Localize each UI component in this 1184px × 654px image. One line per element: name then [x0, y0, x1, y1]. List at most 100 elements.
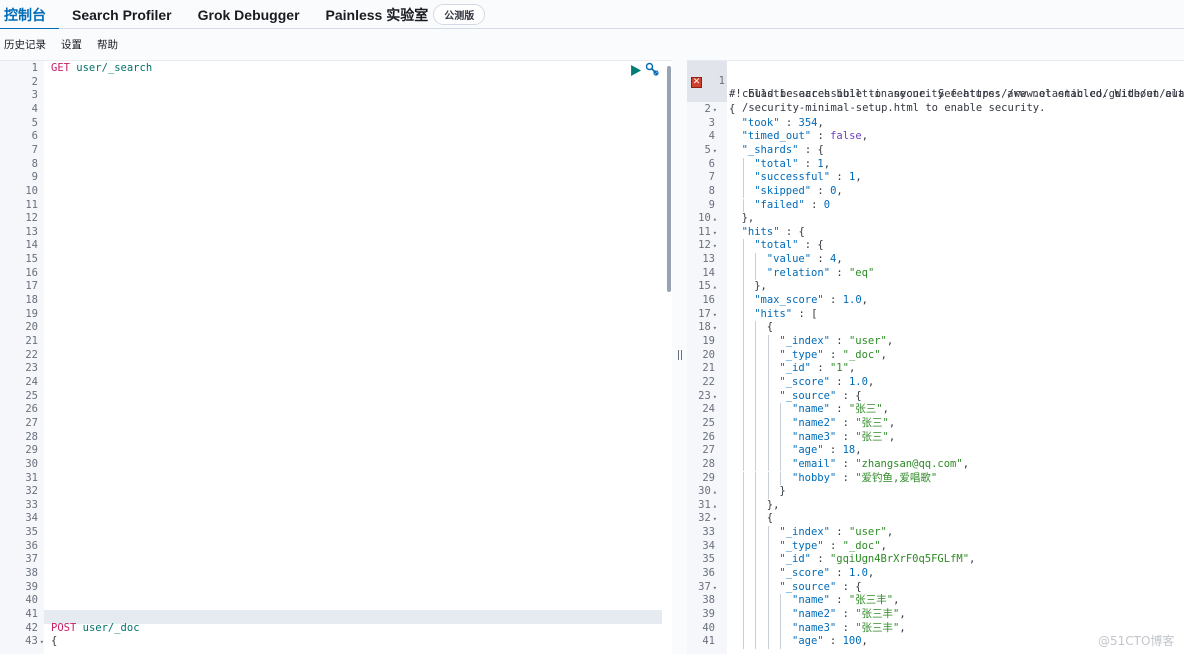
indent-guide — [755, 335, 757, 349]
line-number: 12 — [25, 212, 38, 225]
fold-down-icon[interactable]: ▾ — [713, 229, 717, 237]
code-text: "name3" : "张三丰", — [792, 621, 906, 634]
code-text: "total" : 1, — [754, 157, 831, 170]
indent-guide — [755, 403, 757, 417]
fold-down-icon[interactable]: ▾ — [713, 324, 717, 332]
line-number: 30 ▴ — [698, 485, 717, 498]
code-text: "value" : 4, — [766, 253, 843, 266]
fold-up-icon[interactable]: ▴ — [713, 283, 717, 291]
indent-guide — [767, 553, 769, 568]
code-text: "_source" : { — [779, 389, 862, 402]
line-number: 31 — [25, 471, 38, 484]
warning-line-cont: /security-minimal-setup.html to enable s… — [742, 101, 1046, 114]
fold-down-icon[interactable]: ▾ — [713, 584, 717, 592]
line-number: 18 ▾ — [698, 321, 717, 334]
code-text: { — [51, 635, 58, 648]
resize-handle-icon[interactable] — [678, 350, 682, 360]
code-text: "successful" : 1, — [754, 171, 862, 184]
settings-link[interactable]: 设置 — [61, 37, 82, 52]
top-nav: 控制台 Search Profiler Grok Debugger Painle… — [0, 0, 1184, 30]
fold-up-icon[interactable]: ▴ — [713, 488, 717, 496]
code-text: "email" : "zhangsan@qq.com", — [792, 457, 970, 470]
fold-down-icon[interactable]: ▾ — [713, 515, 717, 523]
tab-search-profiler[interactable]: Search Profiler — [59, 0, 185, 29]
line-number: 7 — [31, 143, 38, 156]
code-text: "_shards" : { — [741, 143, 824, 156]
indent-guide — [742, 594, 744, 608]
code-text: }, — [766, 498, 780, 511]
line-number: 15 — [25, 253, 38, 266]
indent-guide — [742, 471, 744, 486]
line-number: 31 ▴ — [698, 498, 717, 511]
history-link[interactable]: 历史记录 — [4, 37, 46, 52]
indent-guide — [755, 430, 757, 445]
line-number: 9 — [708, 198, 715, 211]
warning-line-cont: could be accessible to anyone. See https… — [742, 88, 1184, 101]
fold-down-icon[interactable]: ▾ — [713, 106, 717, 114]
fold-down-icon[interactable]: ▾ — [713, 147, 717, 155]
indent-guide — [767, 471, 769, 486]
line-number: 14 — [702, 266, 715, 279]
indent-guide — [780, 594, 782, 608]
indent-guide — [742, 321, 744, 335]
line-number: 23 — [25, 362, 38, 375]
code-text: "age" : 100, — [792, 635, 868, 648]
fold-down-icon[interactable]: ▾ — [713, 311, 717, 319]
indent-guide — [755, 567, 757, 581]
code-text: "hits" : [ — [754, 307, 818, 320]
line-number: 30 — [25, 457, 38, 470]
code-text: "_score" : 1.0, — [779, 375, 875, 388]
indent-guide — [755, 635, 757, 649]
line-number: 41 — [25, 608, 38, 620]
indent-guide — [742, 580, 744, 595]
wrench-icon[interactable] — [645, 62, 659, 81]
line-number: 28 — [25, 430, 38, 443]
fold-down-icon[interactable]: ▾ — [713, 242, 717, 250]
indent-guide — [755, 471, 757, 486]
code-text: "max_score" : 1.0, — [754, 294, 868, 307]
line-number: 34 — [702, 539, 715, 552]
indent-guide — [742, 457, 744, 472]
line-number: 9 — [31, 171, 38, 184]
indent-guide — [755, 321, 757, 335]
tab-painless-lab[interactable]: Painless 实验室 — [313, 0, 442, 29]
code-text: "_id" : "1", — [779, 362, 856, 375]
line-number: 37 — [25, 553, 38, 566]
indent-guide — [742, 375, 744, 390]
fold-up-icon[interactable]: ▴ — [713, 215, 717, 223]
indent-guide — [767, 444, 769, 458]
indent-guide — [742, 335, 744, 349]
code-text: "_type" : "_doc", — [779, 348, 887, 361]
fold-up-icon[interactable]: ▴ — [713, 502, 717, 510]
tab-console[interactable]: 控制台 — [0, 0, 59, 30]
indent-guide — [767, 335, 769, 349]
indent-guide — [767, 526, 769, 540]
code-text: "_index" : "user", — [779, 526, 894, 539]
indent-guide — [742, 485, 744, 499]
fold-down-icon[interactable]: ▾ — [713, 393, 717, 401]
indent-guide — [742, 553, 744, 568]
code-text: "total" : { — [754, 239, 824, 252]
indent-guide — [742, 444, 744, 458]
indent-guide — [780, 457, 782, 472]
play-icon[interactable] — [630, 63, 641, 81]
indent-guide — [742, 266, 744, 281]
indent-guide — [767, 594, 769, 608]
indent-guide — [755, 485, 757, 499]
request-editor[interactable]: 1 GET user/_search 2 3 4 5 6 7 8 9 10 11 12 13 14 15 16 1… — [0, 60, 672, 654]
tab-grok-debugger[interactable]: Grok Debugger — [185, 0, 313, 29]
indent-guide — [742, 621, 744, 636]
line-number: 5 ▾ — [704, 143, 717, 156]
indent-guide — [780, 416, 782, 431]
indent-guide — [755, 444, 757, 458]
indent-guide — [767, 539, 769, 554]
request-scrollbar[interactable] — [667, 66, 671, 292]
line-number: 27 — [25, 416, 38, 429]
line-number: 8 — [31, 157, 38, 170]
line-number: 38 — [25, 567, 38, 580]
line-number: 19 — [702, 335, 715, 347]
indent-guide — [742, 348, 744, 363]
help-link[interactable]: 帮助 — [97, 37, 118, 52]
response-editor: ✕ 1 #! Elasticsearch built-in security f… — [687, 60, 1184, 654]
code-text: "hobby" : "爱钓鱼,爱唱歌" — [792, 471, 938, 484]
